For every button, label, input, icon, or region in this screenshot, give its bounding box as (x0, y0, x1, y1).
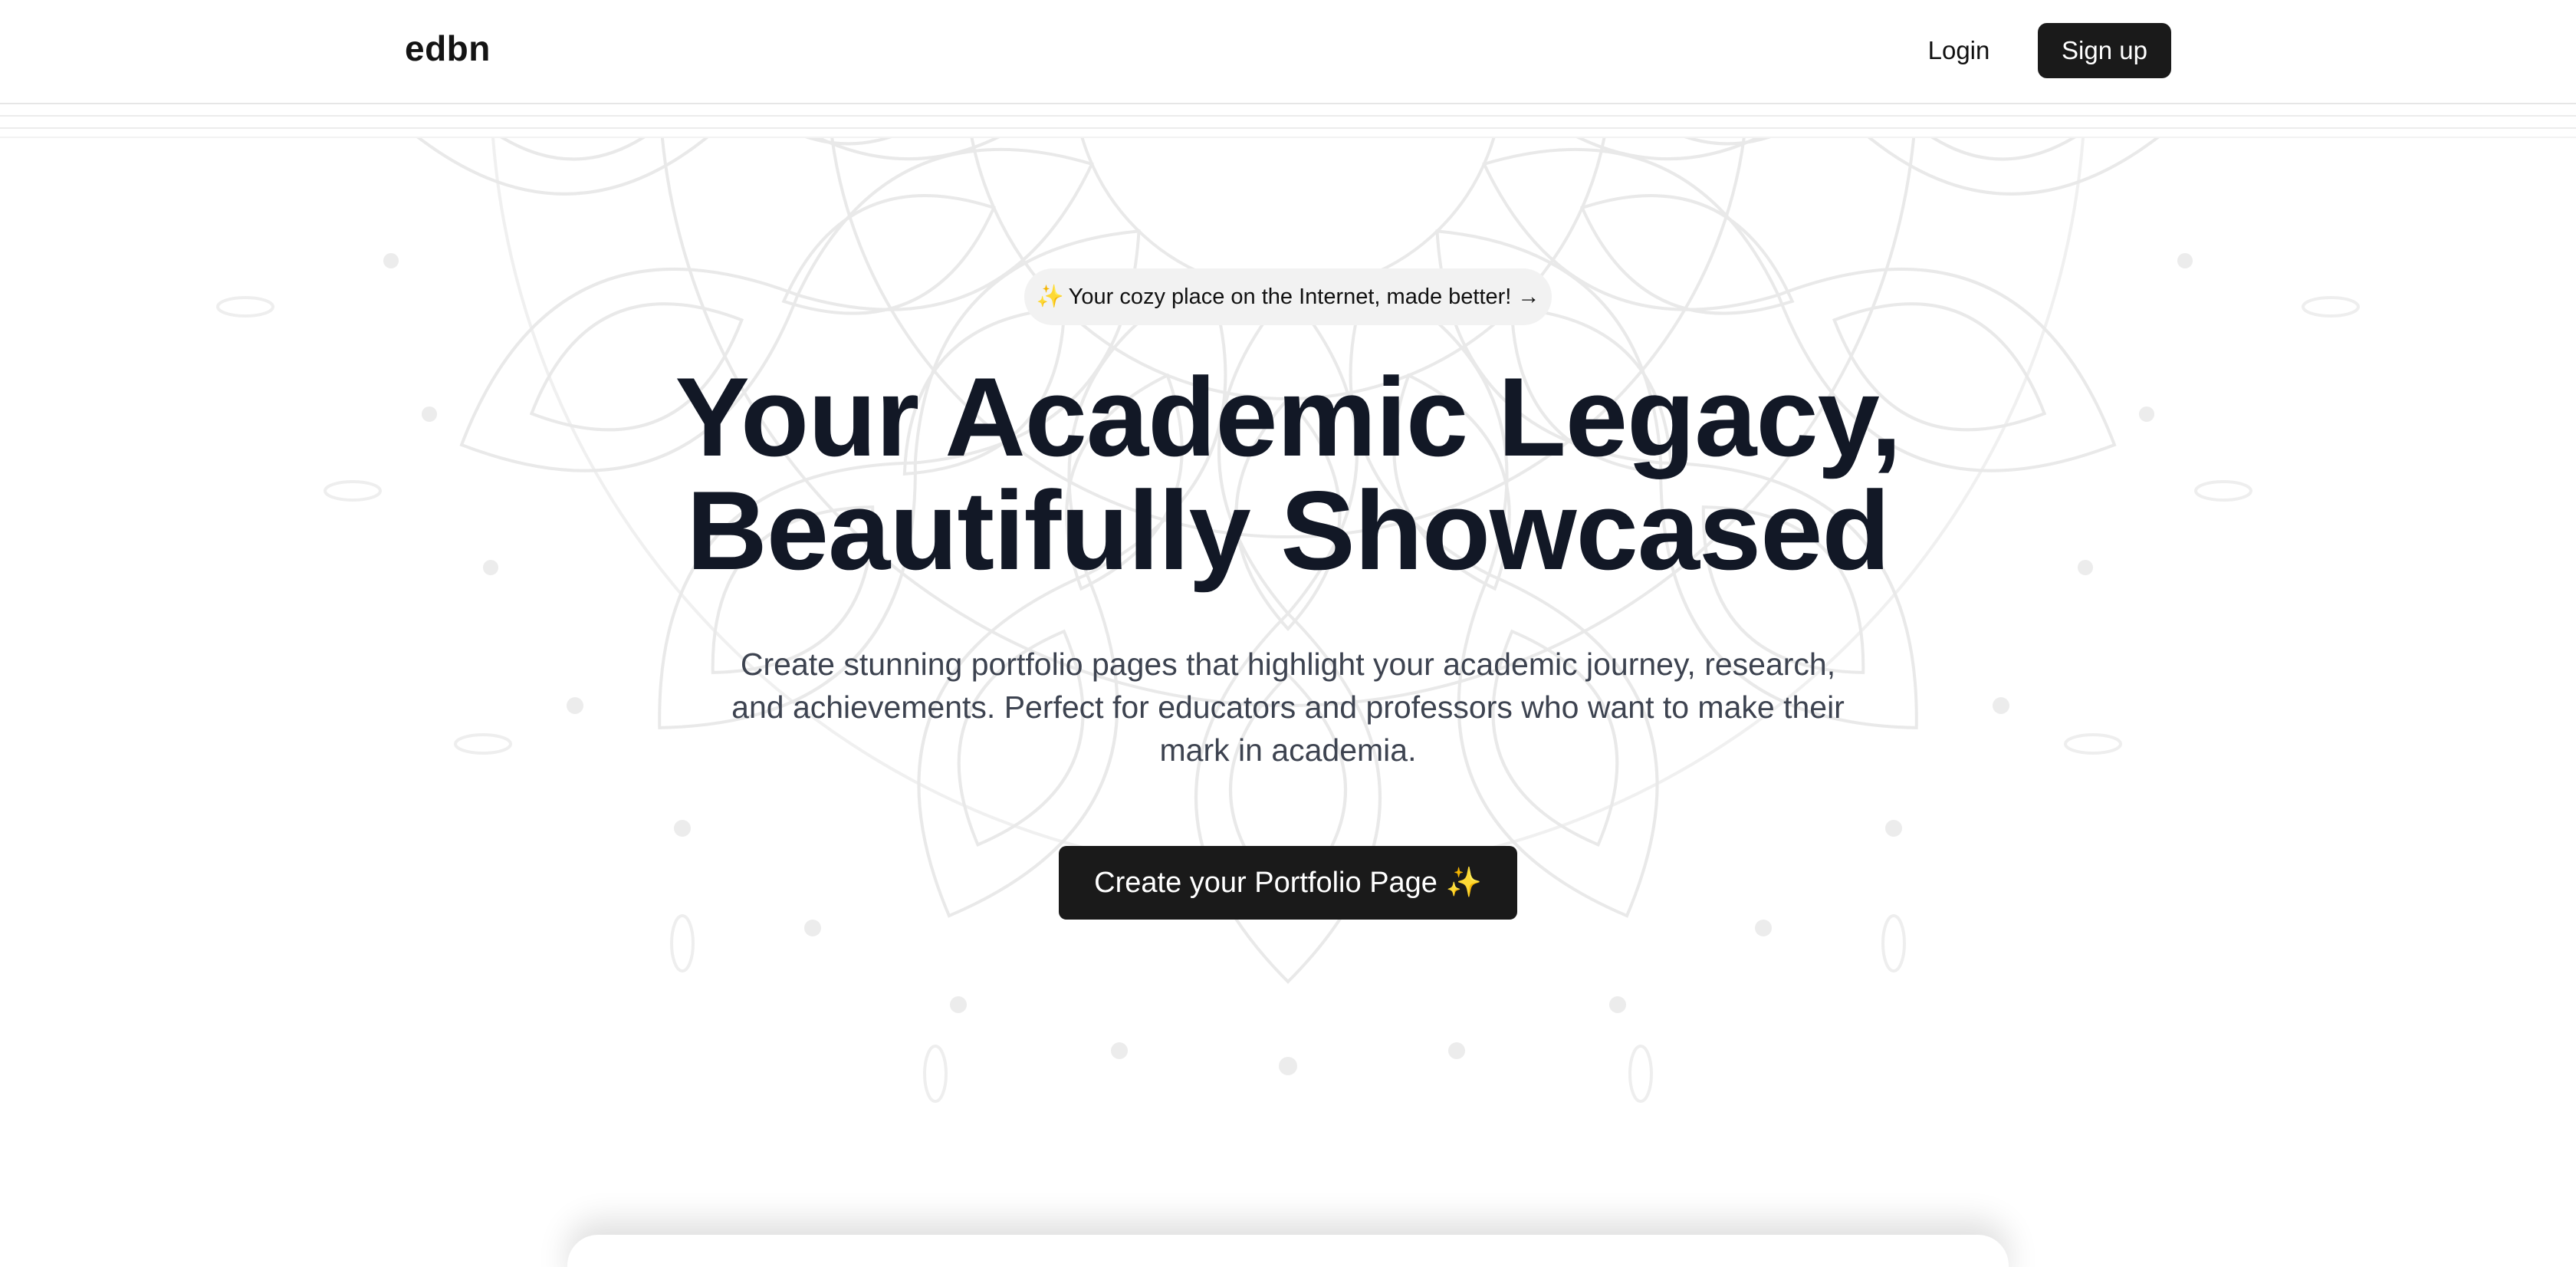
sparkle-icon: ✨ (1445, 867, 1482, 899)
top-navbar: edbn Login Sign up (0, 0, 2576, 104)
headline-line-1: Your Academic Legacy, (675, 354, 1901, 479)
hero-description: Create stunning portfolio pages that hig… (731, 647, 1845, 768)
headline-line-2: Beautifully Showcased (686, 468, 1890, 593)
cta-label: Create your Portfolio Page (1094, 867, 1438, 899)
divider (0, 127, 2576, 129)
arrow-right-icon: → (1517, 285, 1540, 309)
preview-card-edge (567, 1235, 2009, 1267)
login-button[interactable]: Login (1909, 23, 2009, 78)
hero-headline: Your Academic Legacy, Beautifully Showca… (521, 360, 2055, 587)
landing-page: edbn Login Sign up ✨ Your cozy place on … (0, 0, 2576, 1267)
announcement-text: Your cozy place on the Internet, made be… (1068, 285, 1512, 309)
signup-button[interactable]: Sign up (2038, 23, 2171, 78)
announcement-pill[interactable]: ✨ Your cozy place on the Internet, made b… (1024, 268, 1552, 325)
sparkle-icon: ✨ (1036, 285, 1064, 309)
brand-logo[interactable]: edbn (405, 28, 491, 69)
divider (0, 115, 2576, 117)
create-portfolio-button[interactable]: Create your Portfolio Page ✨ (1059, 846, 1517, 920)
